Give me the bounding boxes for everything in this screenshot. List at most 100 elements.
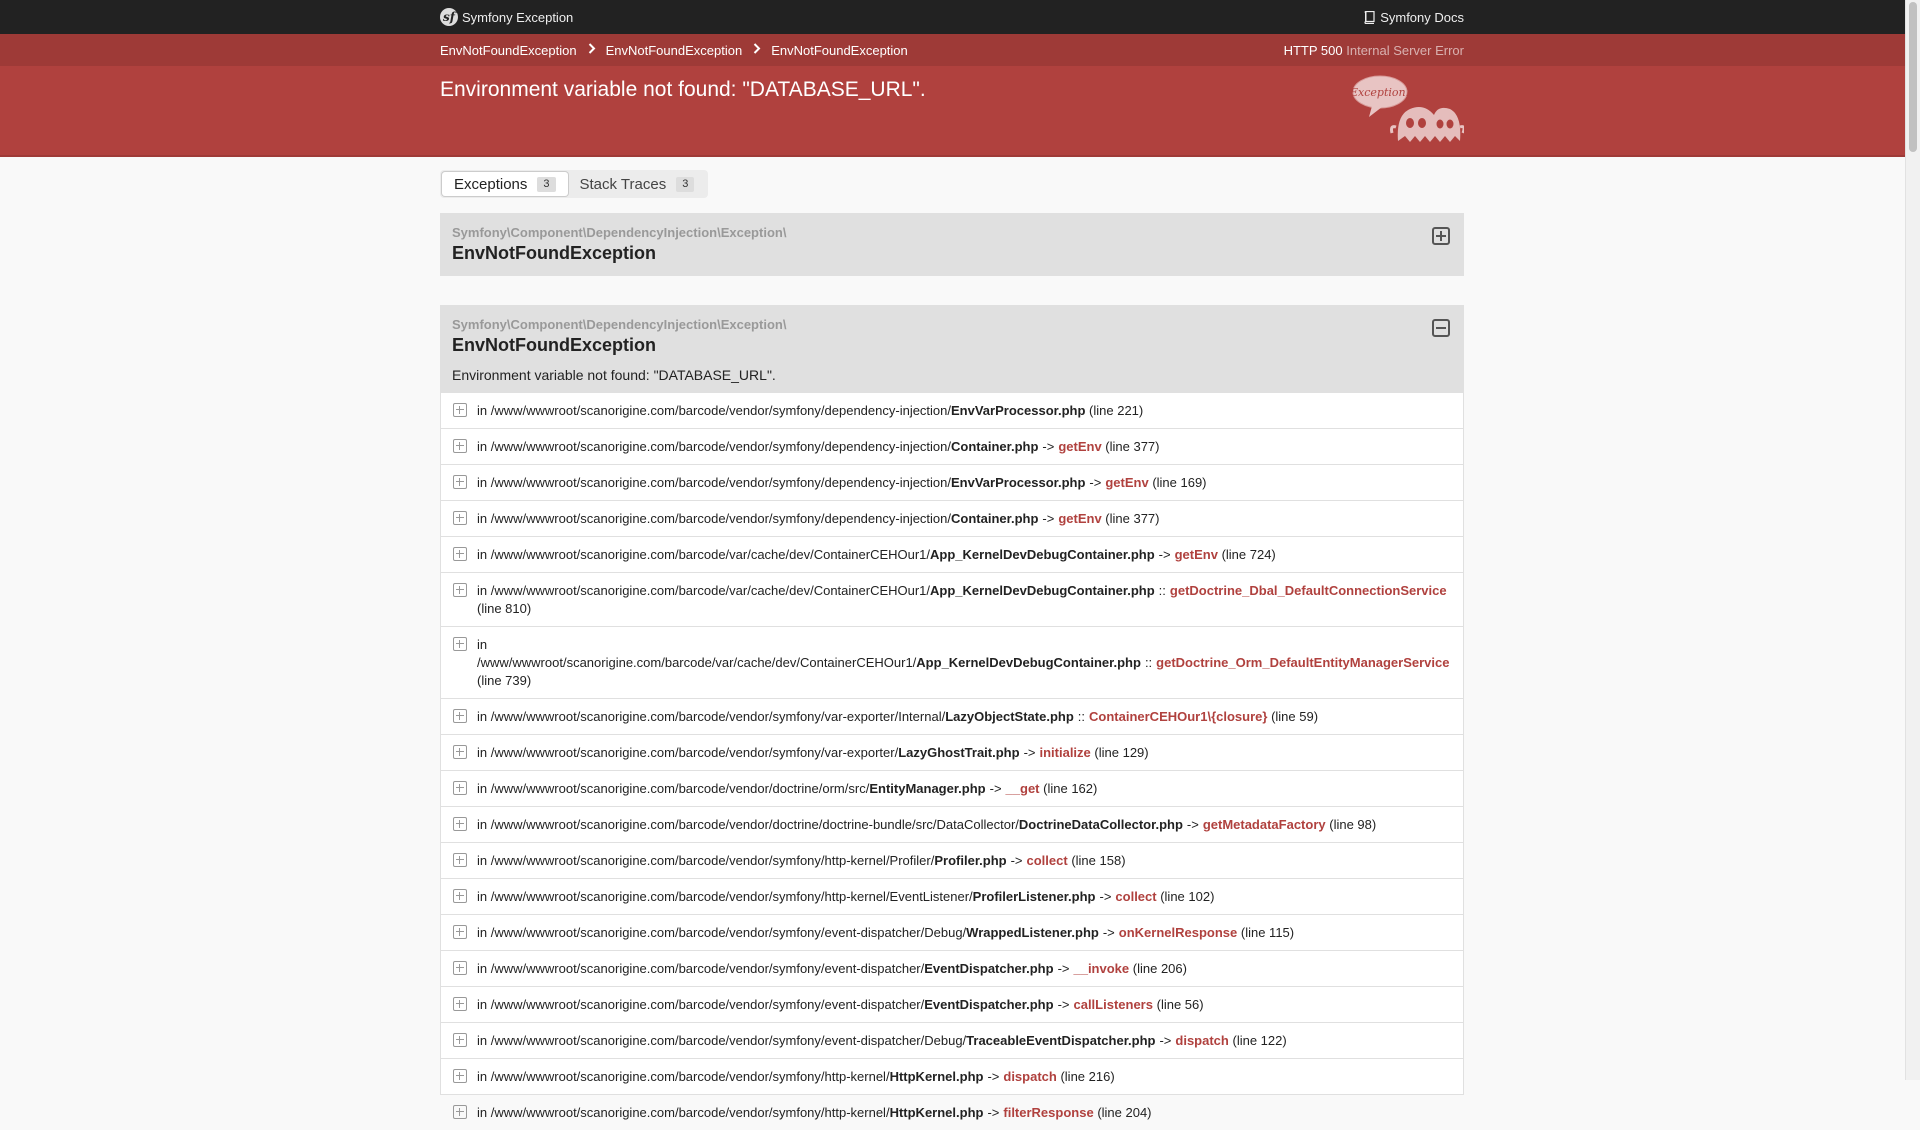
trace-function: getDoctrine_Orm_DefaultEntityManagerServ… <box>1156 655 1450 670</box>
trace-header[interactable]: Symfony\Component\DependencyInjection\Ex… <box>441 214 1463 275</box>
trace-filename: EnvVarProcessor.php <box>951 403 1086 418</box>
breadcrumb-link[interactable]: EnvNotFoundException <box>606 43 743 58</box>
expand-icon[interactable] <box>453 547 467 561</box>
trace-function: getEnv <box>1058 439 1102 454</box>
chevron-right-icon <box>753 43 761 57</box>
trace-filename: App_KernelDevDebugContainer.php <box>930 547 1155 562</box>
trace-line: in /www/wwwroot/scanorigine.com/barcode/… <box>441 698 1463 734</box>
trace-file: in /www/wwwroot/scanorigine.com/barcode/… <box>477 511 1038 526</box>
trace-header[interactable]: Symfony\Component\DependencyInjection\Ex… <box>441 306 1463 393</box>
call-operator: -> <box>987 1069 1000 1084</box>
trace-function: getEnv <box>1105 475 1149 490</box>
trace-file: in /www/wwwroot/scanorigine.com/barcode/… <box>477 925 1099 940</box>
trace-class: EnvNotFoundException <box>452 335 656 355</box>
scrollbar[interactable] <box>1905 0 1920 1080</box>
trace-filename: App_KernelDevDebugContainer.php <box>916 655 1141 670</box>
collapse-icon[interactable] <box>1432 319 1450 337</box>
exception-message-area: Environment variable not found: "DATABAS… <box>0 66 1905 155</box>
expand-icon[interactable] <box>453 475 467 489</box>
expand-icon[interactable] <box>453 745 467 759</box>
breadcrumb-link[interactable]: EnvNotFoundException <box>771 43 908 58</box>
trace-filename: Container.php <box>951 511 1039 526</box>
call-operator: -> <box>1042 439 1055 454</box>
expand-icon[interactable] <box>453 637 467 651</box>
brand-title: Symfony Exception <box>462 9 574 25</box>
trace-line-number: (line 204) <box>1097 1105 1152 1120</box>
scrollbar-thumb[interactable] <box>1909 2 1917 152</box>
trace-line-number: (line 724) <box>1221 547 1276 562</box>
call-operator: -> <box>1102 925 1115 940</box>
expand-icon[interactable] <box>453 889 467 903</box>
call-operator: -> <box>1023 745 1036 760</box>
trace-path: in /www/wwwroot/scanorigine.com/barcode/… <box>477 1069 890 1084</box>
expand-icon[interactable] <box>453 925 467 939</box>
trace-file: in /www/wwwroot/scanorigine.com/barcode/… <box>477 853 1007 868</box>
symfony-logo-icon: sf <box>440 8 458 26</box>
expand-icon[interactable] <box>453 961 467 975</box>
trace-function: getEnv <box>1058 511 1102 526</box>
trace-path: in /www/wwwroot/scanorigine.com/barcode/… <box>477 1105 890 1120</box>
trace-line: in /www/wwwroot/scanorigine.com/barcode/… <box>441 1058 1463 1094</box>
trace-filename: TraceableEventDispatcher.php <box>966 1033 1156 1048</box>
tab-stack-traces[interactable]: Stack Traces 3 <box>568 172 707 196</box>
trace-path: in /www/wwwroot/scanorigine.com/barcode/… <box>477 511 952 526</box>
expand-icon[interactable] <box>453 817 467 831</box>
symfony-docs-link[interactable]: Symfony Docs <box>1364 10 1464 25</box>
http-status-text: Internal Server Error <box>1346 42 1464 58</box>
expand-icon[interactable] <box>453 1105 467 1119</box>
trace-path: in /www/wwwroot/scanorigine.com/barcode/… <box>477 709 946 724</box>
trace-function: callListeners <box>1073 997 1153 1012</box>
trace-path: in /www/wwwroot/scanorigine.com/barcode/… <box>477 583 931 598</box>
trace-line: in /www/wwwroot/scanorigine.com/barcode/… <box>441 878 1463 914</box>
expand-icon[interactable] <box>453 781 467 795</box>
exception-ghost-icon: Exception! <box>1352 75 1464 142</box>
expand-icon[interactable] <box>453 403 467 417</box>
trace-function: getEnv <box>1174 547 1218 562</box>
trace-file: in /www/wwwroot/scanorigine.com/barcode/… <box>477 817 1183 832</box>
trace-function: dispatch <box>1003 1069 1057 1084</box>
breadcrumb-link[interactable]: EnvNotFoundException <box>440 43 577 58</box>
trace-line: in /www/wwwroot/scanorigine.com/barcode/… <box>441 572 1463 626</box>
trace-function: initialize <box>1039 745 1091 760</box>
expand-icon[interactable] <box>453 439 467 453</box>
tab-exceptions[interactable]: Exceptions 3 <box>442 172 568 196</box>
trace-line: in /www/wwwroot/scanorigine.com/barcode/… <box>441 393 1463 428</box>
trace-path: in /www/wwwroot/scanorigine.com/barcode/… <box>477 853 935 868</box>
trace-file: in /www/wwwroot/scanorigine.com/barcode/… <box>477 1033 1155 1048</box>
expand-icon[interactable] <box>453 853 467 867</box>
trace-line-number: (line 377) <box>1105 439 1160 454</box>
expand-icon[interactable] <box>453 709 467 723</box>
expand-icon[interactable] <box>453 511 467 525</box>
trace-file: in /www/wwwroot/scanorigine.com/barcode/… <box>477 709 1074 724</box>
trace-file: in /www/wwwroot/scanorigine.com/barcode/… <box>477 547 1155 562</box>
trace-path: in /www/wwwroot/scanorigine.com/barcode/… <box>477 997 925 1012</box>
expand-icon[interactable] <box>453 1069 467 1083</box>
expand-icon[interactable] <box>453 997 467 1011</box>
trace-line-number: (line 169) <box>1152 475 1207 490</box>
trace-file: in /www/wwwroot/scanorigine.com/barcode/… <box>477 997 1054 1012</box>
expand-icon[interactable] <box>453 1033 467 1047</box>
trace-function: dispatch <box>1175 1033 1229 1048</box>
call-operator: -> <box>1042 511 1055 526</box>
trace-lines: in /www/wwwroot/scanorigine.com/barcode/… <box>441 393 1463 1130</box>
docs-label: Symfony Docs <box>1380 9 1464 25</box>
trace-filename: EventDispatcher.php <box>924 961 1054 976</box>
trace-line-number: (line 206) <box>1132 961 1187 976</box>
chevron-right-icon <box>588 43 596 57</box>
trace-line-number: (line 810) <box>477 601 532 616</box>
trace-file: in /www/wwwroot/scanorigine.com/barcode/… <box>477 961 1054 976</box>
trace-line: in /www/wwwroot/scanorigine.com/barcode/… <box>441 950 1463 986</box>
trace-path: in /www/wwwroot/scanorigine.com/barcode/… <box>477 817 1019 832</box>
call-operator: -> <box>1010 853 1023 868</box>
trace-namespace: Symfony\Component\DependencyInjection\Ex… <box>452 225 787 240</box>
trace-file: in /www/wwwroot/scanorigine.com/barcode/… <box>477 637 1141 670</box>
trace-line-number: (line 122) <box>1232 1033 1287 1048</box>
call-operator: :: <box>1158 583 1166 598</box>
expand-icon[interactable] <box>453 583 467 597</box>
trace-filename: EntityManager.php <box>869 781 986 796</box>
trace-function: getMetadataFactory <box>1202 817 1326 832</box>
trace-path: in /www/wwwroot/scanorigine.com/barcode/… <box>477 403 952 418</box>
expand-icon[interactable] <box>1432 227 1450 245</box>
trace-line: in /www/wwwroot/scanorigine.com/barcode/… <box>441 770 1463 806</box>
call-operator: -> <box>1158 547 1171 562</box>
